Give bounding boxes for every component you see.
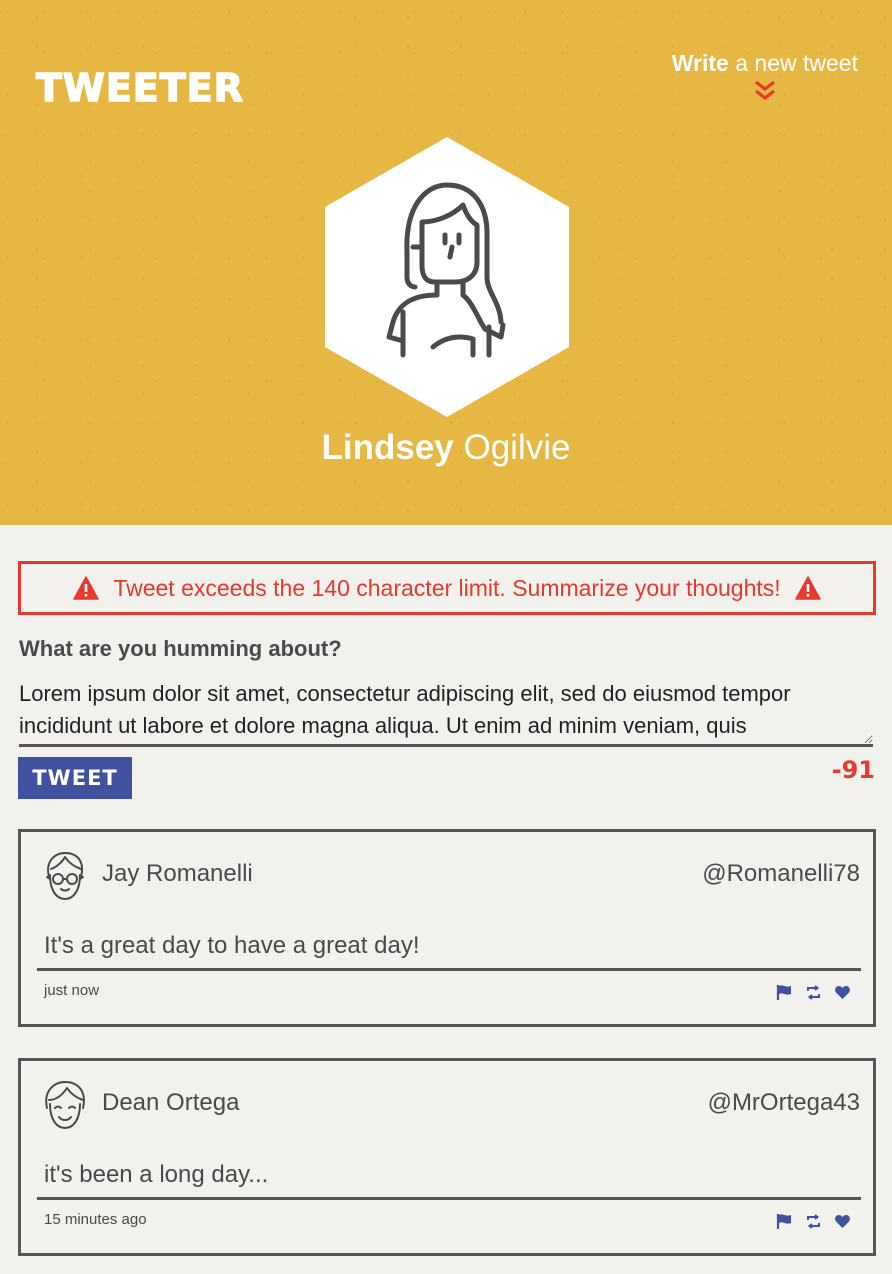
tweet-author-handle[interactable]: @Romanelli78 (702, 860, 860, 888)
heart-icon[interactable] (834, 984, 851, 1001)
tweet-button[interactable]: TWEET (18, 757, 132, 799)
tweet-card: Jay Romanelli @Romanelli78 It's a great … (18, 829, 876, 1027)
tweet-divider (37, 1197, 861, 1200)
tweet-content: it's been a long day... (44, 1161, 269, 1188)
compose-label: What are you humming about? (19, 636, 342, 661)
tweet-author-handle[interactable]: @MrOrtega43 (708, 1089, 860, 1117)
profile-name: Lindsey Ogilvie (0, 428, 892, 468)
retweet-icon[interactable] (805, 984, 822, 1001)
profile-avatar (325, 137, 569, 417)
tweet-actions (776, 984, 851, 1001)
tweet-author-name[interactable]: Jay Romanelli (102, 860, 253, 888)
retweet-icon[interactable] (805, 1213, 822, 1230)
tweet-content: It's a great day to have a great day! (44, 932, 420, 959)
tweet-divider (37, 968, 861, 971)
tweet-card: Dean Ortega @MrOrtega43 it's been a long… (18, 1058, 876, 1256)
write-link-rest: a new tweet (728, 50, 858, 76)
flag-icon[interactable] (776, 984, 793, 1001)
heart-icon[interactable] (834, 1213, 851, 1230)
profile-first-name: Lindsey (321, 428, 454, 467)
error-banner: Tweet exceeds the 140 character limit. S… (18, 561, 876, 615)
profile-last-name: Ogilvie (453, 428, 571, 467)
tweet-actions (776, 1213, 851, 1230)
write-link-bold: Write (671, 50, 729, 76)
user-avatar-icon (46, 852, 84, 900)
app-logo[interactable]: TWEETER (35, 65, 244, 111)
user-avatar-icon (45, 1081, 85, 1129)
tweet-timestamp: 15 minutes ago (44, 1211, 147, 1228)
character-counter: -91 (831, 756, 875, 784)
flag-icon[interactable] (776, 1213, 793, 1230)
write-new-tweet-link[interactable]: Write a new tweet (672, 50, 858, 101)
tweet-timestamp: just now (44, 982, 100, 999)
tweet-author-name[interactable]: Dean Ortega (102, 1089, 239, 1117)
tweet-input[interactable] (19, 676, 873, 747)
warning-icon (794, 576, 821, 600)
warning-icon (73, 576, 100, 600)
error-message: Tweet exceeds the 140 character limit. S… (113, 574, 781, 601)
profile-header: TWEETER Write a new tweet Lindsey Ogilvi… (0, 0, 892, 525)
chevron-double-down-icon (754, 80, 775, 101)
